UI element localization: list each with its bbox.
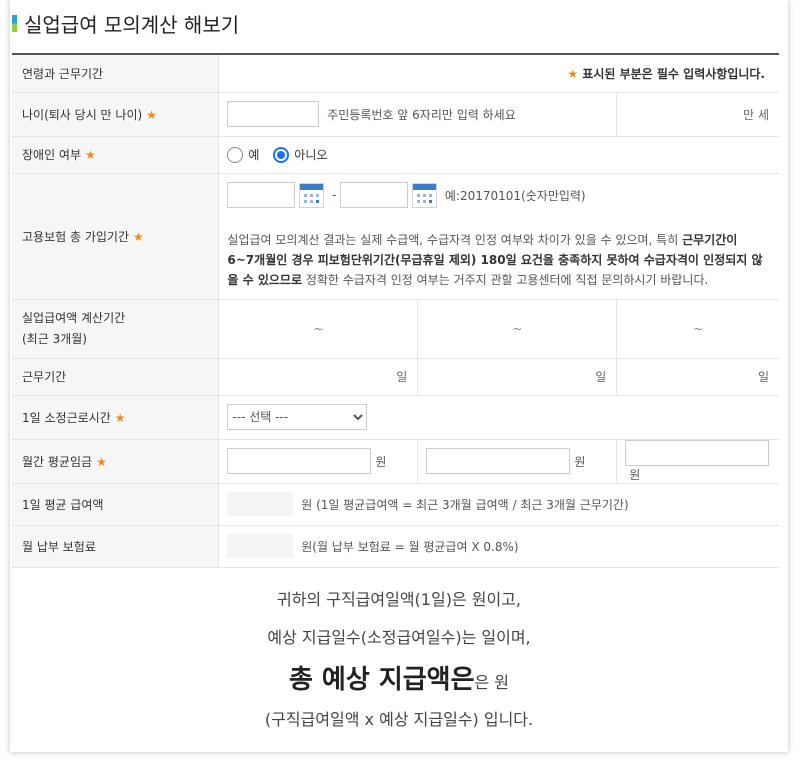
required-star-icon: ★ (567, 66, 579, 81)
disability-no-label: 아니오 (294, 148, 328, 162)
age-label: 나이(퇴사 당시 만 나이) (22, 107, 143, 122)
summary-total-label: 총 예상 지급액은 (288, 665, 475, 695)
work-days-month-3: 일 (616, 358, 779, 396)
result-summary: 귀하의 구직급여일액(1일)은 원이고, 예상 지급일수(소정급여일수)는 일이… (10, 590, 788, 730)
daily-avg-formula: 원 (1일 평균급여액 = 최근 3개월 급여액 / 최근 3개월 근무기간) (301, 497, 629, 512)
work-days-month-2: 일 (417, 358, 618, 396)
won-unit: 원 (375, 454, 387, 469)
daily-hours-row: 1일 소정근로시간 ★ --- 선택 --- (12, 395, 779, 440)
page-title: 실업급여 모의계산 해보기 (24, 12, 240, 37)
insurance-period-label: 고용보험 총 가입기간 (22, 229, 129, 244)
monthly-premium-value (227, 534, 294, 558)
section-header-row: 연령과 근무기간 ★ 표시된 부분은 필수 입력사항입니다. (12, 54, 779, 93)
title-accent-bar (12, 14, 17, 32)
work-days-label: 근무기간 (12, 358, 220, 396)
required-star-icon: ★ (114, 410, 126, 425)
monthly-premium-formula: 원(월 납부 보험료 = 월 평균급여 X 0.8%) (301, 539, 519, 554)
period-end-input[interactable] (340, 182, 409, 208)
calculator-panel: 실업급여 모의계산 해보기 연령과 근무기간 ★ 표시된 부분은 필수 입력사항… (10, 0, 788, 752)
calc-period-month-1: ~ (218, 299, 419, 359)
monthly-wage-input-3[interactable] (625, 439, 770, 466)
period-start-input[interactable] (227, 182, 296, 208)
daily-avg-label: 1일 평균 급여액 (12, 483, 220, 526)
monthly-premium-label: 월 납부 보험료 (12, 525, 220, 568)
monthly-wage-input-2[interactable] (426, 448, 571, 474)
daily-hours-select[interactable]: --- 선택 --- (227, 404, 368, 430)
monthly-wage-input-1[interactable] (227, 448, 372, 474)
title-row: 실업급여 모의계산 해보기 (12, 10, 240, 37)
won-unit: 원 (574, 454, 586, 469)
disability-yes-radio[interactable] (227, 146, 244, 163)
calendar-icon[interactable] (299, 182, 325, 208)
calc-period-label: 실업급여액 계산기간 (22, 310, 126, 325)
insurance-notice: 실업급여 모의계산 결과는 실제 수급액, 수급자격 인정 여부와 차이가 있을… (227, 233, 763, 287)
required-star-icon: ★ (133, 229, 144, 244)
calc-period-month-2: ~ (417, 299, 618, 359)
monthly-wage-label: 월간 평균임금 (22, 454, 93, 469)
age-unit: 만 세 (616, 92, 779, 137)
disability-label: 장애인 여부 (22, 148, 82, 162)
won-unit: 원 (629, 467, 641, 482)
summary-formula: (구직급여일액 x 예상 지급일수) 입니다. (264, 710, 534, 729)
daily-avg-value (227, 492, 294, 516)
work-days-month-1: 일 (218, 358, 419, 396)
disability-row: 장애인 여부 ★ 예 아니오 (12, 136, 779, 174)
calc-period-sublabel: (최근 3개월) (22, 331, 87, 346)
daily-avg-row: 1일 평균 급여액 원 (1일 평균급여액 = 최근 3개월 급여액 / 최근 … (12, 483, 779, 526)
age-input[interactable] (227, 101, 320, 127)
calendar-icon[interactable] (412, 182, 438, 208)
daily-hours-label: 1일 소정근로시간 (22, 410, 111, 425)
required-note: 표시된 부분은 필수 입력사항입니다. (582, 66, 765, 81)
age-row: 나이(퇴사 당시 만 나이) ★ 주민등록번호 앞 6자리만 입력 하세요 만 세 (12, 92, 779, 137)
summary-days: 예상 지급일수(소정급여일수)는 일이며, (267, 628, 531, 647)
disability-yes-label: 예 (248, 148, 260, 162)
required-star-icon: ★ (96, 454, 107, 469)
calculator-form: 연령과 근무기간 ★ 표시된 부분은 필수 입력사항입니다. 나이(퇴사 당시 … (12, 53, 779, 568)
summary-total-value: 은 원 (474, 673, 510, 692)
summary-daily: 귀하의 구직급여일액(1일)은 원이고, (276, 590, 521, 609)
insurance-period-row: 고용보험 총 가입기간 ★ - 예:20170101(숫자만입력) 실업급여 모의… (12, 173, 779, 300)
age-hint: 주민등록번호 앞 6자리만 입력 하세요 (327, 107, 516, 122)
monthly-wage-row: 월간 평균임금 ★ 원 원 원 (12, 439, 779, 484)
section-header-label: 연령과 근무기간 (12, 54, 220, 93)
calc-period-month-3: ~ (616, 299, 779, 359)
work-days-row: 근무기간 일 일 일 (12, 358, 779, 396)
required-star-icon: ★ (146, 107, 157, 122)
monthly-premium-row: 월 납부 보험료 원(월 납부 보험료 = 월 평균급여 X 0.8%) (12, 525, 779, 568)
disability-no-radio[interactable] (273, 146, 290, 163)
calc-period-row: 실업급여액 계산기간 (최근 3개월) ~ ~ ~ (12, 299, 779, 359)
date-separator: - (332, 188, 337, 202)
date-format-hint: 예:20170101(숫자만입력) (444, 188, 586, 203)
required-star-icon: ★ (85, 148, 96, 162)
